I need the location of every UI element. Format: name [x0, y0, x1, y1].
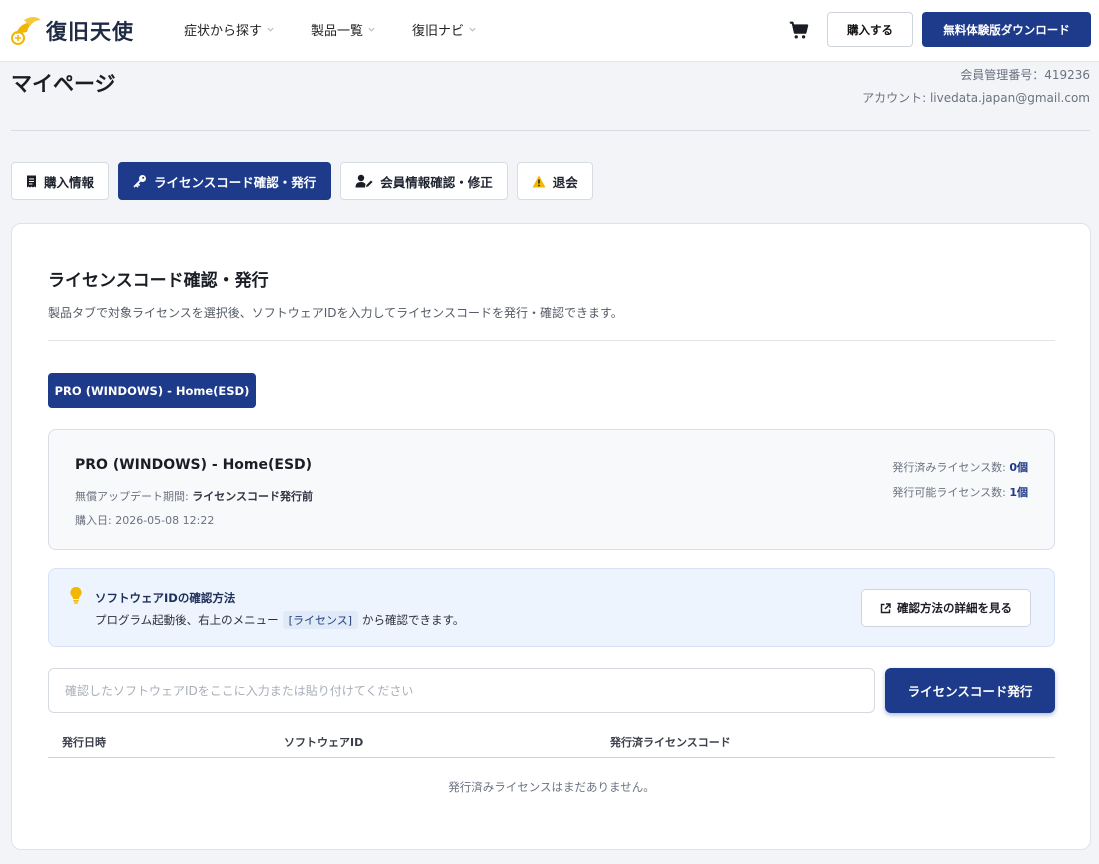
main-nav: 症状から探す 製品一覧 復旧ナビ [184, 20, 513, 39]
buy-button[interactable]: 購入する [827, 12, 913, 47]
nav-item-products[interactable]: 製品一覧 [311, 20, 376, 39]
section-title: ライセンスコード確認・発行 [48, 271, 269, 291]
tab-label: 購入情報 [44, 174, 95, 190]
purchase-date: 購入日: 2026-05-08 12:22 [75, 514, 215, 527]
warning-icon [532, 175, 546, 187]
receipt-icon [27, 175, 36, 187]
top-navigation-bar: 復旧天使 症状から探す 製品一覧 復旧ナビ 購入する 無料体験版ダウンロード [0, 0, 1099, 62]
column-software-id: ソフトウェアID [284, 736, 364, 749]
divider [48, 340, 1055, 341]
nav-item-label: 製品一覧 [311, 24, 364, 39]
key-icon [133, 175, 147, 188]
view-details-button[interactable]: 確認方法の詳細を見る [861, 589, 1031, 627]
free-trial-download-button[interactable]: 無料体験版ダウンロード [922, 12, 1091, 47]
help-text: プログラム起動後、右上のメニュー [ライセンス] から確認できます。 [95, 611, 464, 629]
divider [11, 130, 1090, 131]
issued-license-count: 発行済みライセンス数: 0個 [892, 459, 1028, 475]
software-id-input[interactable] [48, 668, 875, 713]
software-id-help-box: ソフトウェアIDの確認方法 プログラム起動後、右上のメニュー [ライセンス] か… [48, 568, 1055, 647]
product-name: PRO (WINDOWS) - Home(ESD) [75, 457, 313, 473]
nav-item-label: 症状から探す [184, 24, 263, 39]
help-text-after: から確認できます。 [362, 613, 465, 627]
lightbulb-icon [70, 586, 82, 604]
section-description: 製品タブで対象ライセンスを選択後、ソフトウェアIDを入力してライセンスコードを発… [48, 306, 623, 320]
external-link-icon [880, 602, 891, 613]
mypage-tabs: 購入情報 ライセンスコード確認・発行 会員情報確認・修正 退会 [11, 162, 602, 200]
column-issued-at: 発行日時 [62, 736, 106, 749]
license-table-header: 発行日時 ソフトウェアID 発行済ライセンスコード [48, 730, 1055, 758]
nav-item-symptoms[interactable]: 症状から探す [184, 20, 275, 39]
available-license-count: 発行可能ライセンス数: 1個 [892, 484, 1028, 500]
column-license-code: 発行済ライセンスコード [610, 736, 731, 749]
logo[interactable]: 復旧天使 [10, 14, 134, 48]
help-text-before: プログラム起動後、右上のメニュー [95, 613, 279, 627]
tab-purchase-info[interactable]: 購入情報 [11, 162, 110, 200]
issue-license-button[interactable]: ライセンスコード発行 [885, 668, 1055, 713]
tab-member-info[interactable]: 会員情報確認・修正 [340, 162, 508, 200]
chevron-down-icon [267, 27, 274, 32]
tab-label: 会員情報確認・修正 [380, 174, 493, 190]
license-menu-tag: [ライセンス] [282, 611, 359, 629]
license-card: ライセンスコード確認・発行 製品タブで対象ライセンスを選択後、ソフトウェアIDを… [11, 223, 1091, 850]
issued-count-value: 0個 [1009, 461, 1028, 474]
product-summary: PRO (WINDOWS) - Home(ESD) 無償アップデート期間: ライ… [48, 429, 1055, 550]
angel-logo-icon [11, 17, 41, 45]
page-title: マイページ [11, 72, 116, 96]
tab-withdraw[interactable]: 退会 [516, 162, 593, 200]
tab-label: 退会 [552, 174, 578, 190]
issued-count-label: 発行済みライセンス数: [892, 461, 1010, 474]
member-number: 会員管理番号：419236 [960, 68, 1090, 82]
tab-label: ライセンスコード確認・発行 [154, 174, 317, 190]
view-details-label: 確認方法の詳細を見る [897, 601, 1012, 615]
available-count-value: 1個 [1009, 486, 1028, 499]
user-edit-icon [355, 174, 373, 188]
product-tab-pro-windows[interactable]: PRO (WINDOWS) - Home(ESD) [48, 373, 256, 408]
account-email: アカウント: livedata.japan@gmail.com [862, 91, 1090, 105]
update-period: 無償アップデート期間: ライセンスコード発行前 [75, 488, 313, 504]
cart-icon[interactable] [788, 19, 810, 41]
help-title: ソフトウェアIDの確認方法 [95, 591, 236, 605]
chevron-down-icon [368, 27, 375, 32]
update-period-value: ライセンスコード発行前 [192, 490, 313, 503]
empty-table-message: 発行済みライセンスはまだありません。 [448, 780, 655, 794]
available-count-label: 発行可能ライセンス数: [892, 486, 1010, 499]
nav-item-recovery-navi[interactable]: 復旧ナビ [412, 20, 477, 39]
logo-text: 復旧天使 [46, 19, 134, 44]
update-period-label: 無償アップデート期間: [75, 490, 193, 503]
chevron-down-icon [469, 27, 476, 32]
tab-license-code[interactable]: ライセンスコード確認・発行 [118, 162, 332, 200]
nav-item-label: 復旧ナビ [412, 24, 465, 39]
